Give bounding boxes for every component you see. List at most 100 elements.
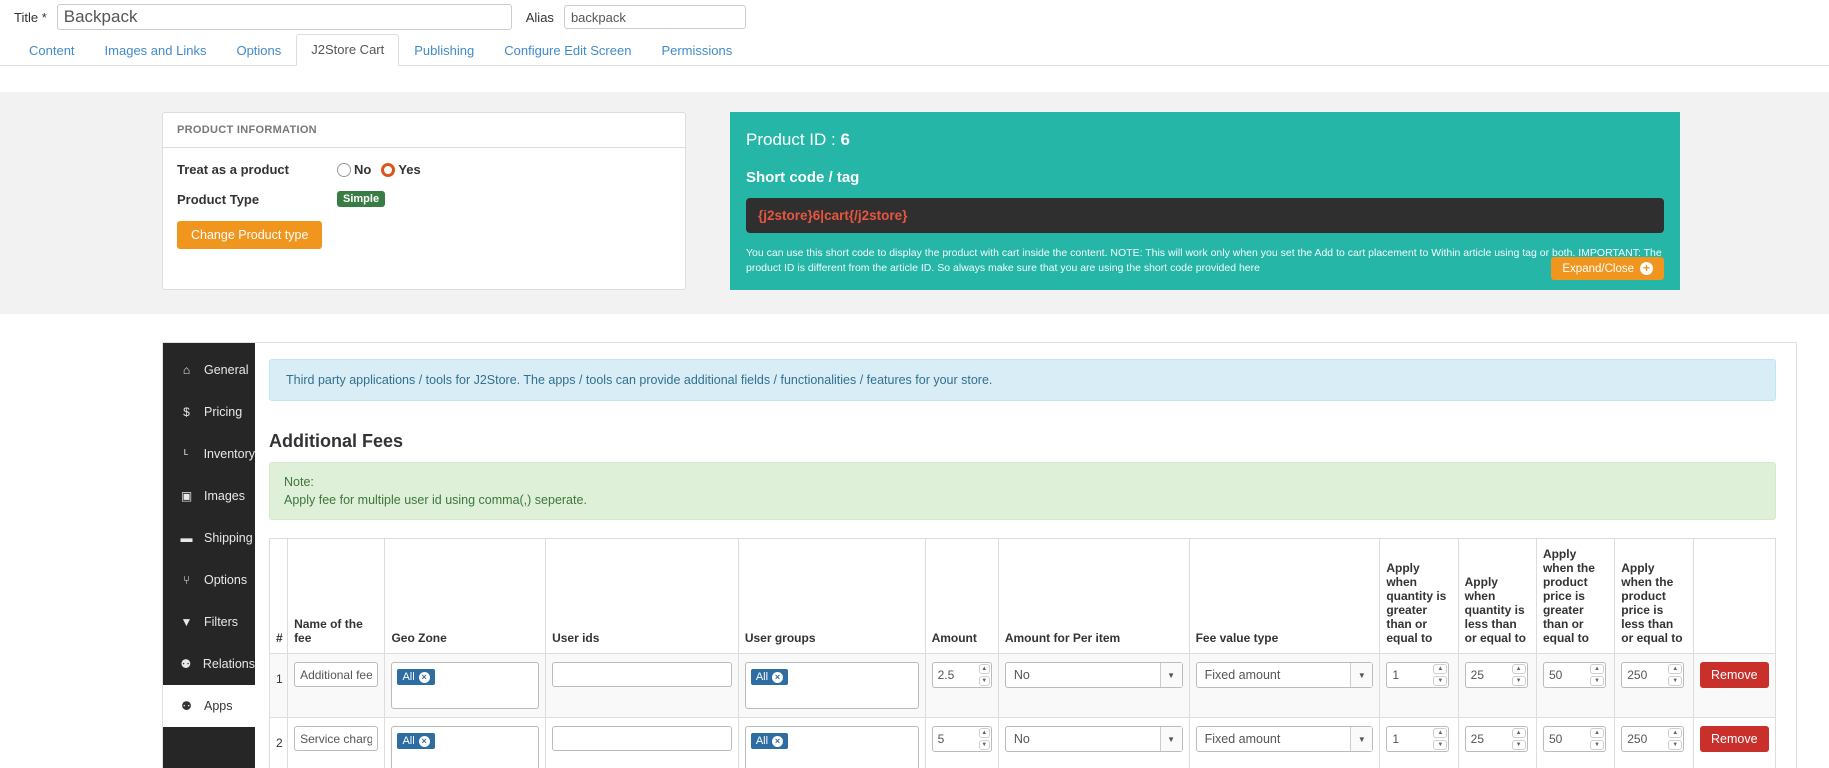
sidebar-item-options[interactable]: ⑂ Options: [163, 559, 255, 601]
user-ids-input[interactable]: [552, 726, 732, 751]
geo-zone-select-chip[interactable]: All ×: [397, 733, 435, 749]
price_gte-input[interactable]: [1542, 662, 1589, 688]
spinner-down-icon[interactable]: ▼: [1589, 740, 1604, 750]
tab-configure-edit-screen[interactable]: Configure Edit Screen: [489, 35, 646, 66]
amount-input[interactable]: [931, 662, 978, 688]
amount-stepper[interactable]: ▲▼: [931, 662, 992, 688]
tab-content[interactable]: Content: [14, 35, 90, 66]
qty_lte-spin-buttons[interactable]: ▲ ▼: [1510, 662, 1528, 688]
spinner-up-icon[interactable]: ▲: [1589, 664, 1604, 674]
chevron-down-icon[interactable]: ▼: [1350, 727, 1373, 751]
chevron-down-icon[interactable]: ▼: [1159, 663, 1182, 687]
tab-publishing[interactable]: Publishing: [399, 35, 489, 66]
qty_gte-spin-buttons[interactable]: ▲ ▼: [1432, 726, 1450, 752]
spinner-up-icon[interactable]: ▲: [1668, 728, 1683, 738]
user-groups-select-chip[interactable]: All ×: [750, 733, 789, 749]
price_lte-stepper[interactable]: ▲▼: [1621, 726, 1686, 752]
change-product-type-button[interactable]: Change Product type: [177, 221, 323, 249]
spinner-up-icon[interactable]: ▲: [1511, 728, 1526, 738]
sidebar-item-shipping[interactable]: ▬ Shipping: [163, 517, 255, 559]
geo-zone-select[interactable]: All ×: [391, 726, 540, 768]
tab-options[interactable]: Options: [221, 35, 296, 66]
qty_gte-spin-buttons[interactable]: ▲ ▼: [1432, 662, 1450, 688]
remove-row-button[interactable]: Remove: [1699, 726, 1769, 752]
price_gte-input[interactable]: [1542, 726, 1589, 752]
spinner-up-icon[interactable]: ▲: [978, 664, 990, 674]
geo-zone-select-chip[interactable]: All ×: [397, 669, 435, 685]
amount_per_item-select[interactable]: No ▼: [1004, 726, 1183, 752]
spinner-down-icon[interactable]: ▼: [1668, 676, 1683, 686]
spinner-up-icon[interactable]: ▲: [1668, 664, 1683, 674]
sidebar-item-relations[interactable]: ⚉ Relations: [163, 643, 255, 685]
expand-close-button[interactable]: Expand/Close +: [1551, 257, 1664, 280]
qty_gte-stepper[interactable]: ▲▼: [1386, 662, 1451, 688]
spinner-down-icon[interactable]: ▼: [1511, 676, 1526, 686]
user-groups-select-chip[interactable]: All ×: [750, 669, 789, 685]
remove-chip-icon[interactable]: ×: [772, 671, 784, 683]
amount-spin-buttons[interactable]: ▲ ▼: [977, 726, 992, 752]
radio-yes[interactable]: [381, 162, 396, 177]
fee-name-input[interactable]: [294, 726, 379, 751]
amount-input[interactable]: [931, 726, 978, 752]
amount-spin-buttons[interactable]: ▲ ▼: [977, 662, 992, 688]
spinner-up-icon[interactable]: ▲: [1589, 728, 1604, 738]
price_lte-input[interactable]: [1621, 662, 1668, 688]
fee_value_type-select[interactable]: Fixed amount ▼: [1195, 662, 1374, 688]
spinner-down-icon[interactable]: ▼: [978, 740, 990, 750]
spinner-up-icon[interactable]: ▲: [1511, 664, 1526, 674]
fee-name-input[interactable]: [294, 662, 379, 687]
sidebar-item-general[interactable]: ⌂ General: [163, 349, 255, 391]
spinner-down-icon[interactable]: ▼: [1589, 676, 1604, 686]
alias-input[interactable]: [563, 5, 746, 29]
chevron-down-icon[interactable]: ▼: [1159, 727, 1182, 751]
user-ids-input[interactable]: [552, 662, 732, 687]
sidebar-item-apps[interactable]: ⚉ Apps: [163, 685, 255, 727]
amount_per_item-select[interactable]: No ▼: [1004, 662, 1183, 688]
qty_lte-input[interactable]: [1464, 662, 1511, 688]
radio-no[interactable]: [337, 162, 351, 177]
qty_lte-spin-buttons[interactable]: ▲ ▼: [1510, 726, 1528, 752]
sidebar-item-inventory[interactable]: ᴸ Inventory: [163, 433, 255, 475]
fee_value_type-select[interactable]: Fixed amount ▼: [1195, 726, 1374, 752]
tab-permissions[interactable]: Permissions: [646, 35, 747, 66]
spinner-down-icon[interactable]: ▼: [1668, 740, 1683, 750]
price_lte-spin-buttons[interactable]: ▲ ▼: [1667, 726, 1685, 752]
price_gte-spin-buttons[interactable]: ▲ ▼: [1588, 726, 1606, 752]
remove-chip-icon[interactable]: ×: [772, 735, 784, 747]
spinner-down-icon[interactable]: ▼: [1511, 740, 1526, 750]
remove-chip-icon[interactable]: ×: [418, 671, 430, 683]
price_gte-stepper[interactable]: ▲▼: [1542, 726, 1608, 752]
user-groups-select[interactable]: All ×: [744, 662, 919, 709]
geo-zone-select[interactable]: All ×: [391, 662, 540, 709]
spinner-down-icon[interactable]: ▼: [978, 676, 990, 686]
sidebar-item-images[interactable]: ▣ Images: [163, 475, 255, 517]
chevron-down-icon[interactable]: ▼: [1350, 663, 1373, 687]
sidebar-item-pricing[interactable]: $ Pricing: [163, 391, 255, 433]
price_lte-input[interactable]: [1621, 726, 1668, 752]
sidebar-item-filters[interactable]: ▼ Filters: [163, 601, 255, 643]
price_gte-spin-buttons[interactable]: ▲ ▼: [1588, 662, 1606, 688]
amount-stepper[interactable]: ▲▼: [931, 726, 992, 752]
qty_gte-stepper[interactable]: ▲▼: [1386, 726, 1451, 752]
tab-j2store-cart[interactable]: J2Store Cart: [296, 34, 400, 66]
spinner-up-icon[interactable]: ▲: [1433, 664, 1448, 674]
remove-chip-icon[interactable]: ×: [418, 735, 430, 747]
spinner-down-icon[interactable]: ▼: [1433, 740, 1448, 750]
qty_gte-input[interactable]: [1386, 662, 1433, 688]
spinner-up-icon[interactable]: ▲: [978, 728, 990, 738]
qty_lte-input[interactable]: [1464, 726, 1511, 752]
title-input[interactable]: [56, 4, 512, 30]
price_lte-stepper[interactable]: ▲▼: [1621, 662, 1686, 688]
price_gte-stepper[interactable]: ▲▼: [1542, 662, 1608, 688]
qty_lte-stepper[interactable]: ▲▼: [1464, 662, 1530, 688]
price_lte-spin-buttons[interactable]: ▲ ▼: [1667, 662, 1685, 688]
remove-row-button[interactable]: Remove: [1699, 662, 1769, 688]
short-code-value[interactable]: {j2store}6|cart{/j2store}: [746, 198, 1664, 233]
tab-images-and-links[interactable]: Images and Links: [90, 35, 222, 66]
qty_lte-stepper[interactable]: ▲▼: [1464, 726, 1530, 752]
user-groups-select[interactable]: All ×: [744, 726, 919, 768]
treat-as-product-radios[interactable]: No Yes: [337, 162, 431, 177]
spinner-up-icon[interactable]: ▲: [1433, 728, 1448, 738]
spinner-down-icon[interactable]: ▼: [1433, 676, 1448, 686]
qty_gte-input[interactable]: [1386, 726, 1433, 752]
